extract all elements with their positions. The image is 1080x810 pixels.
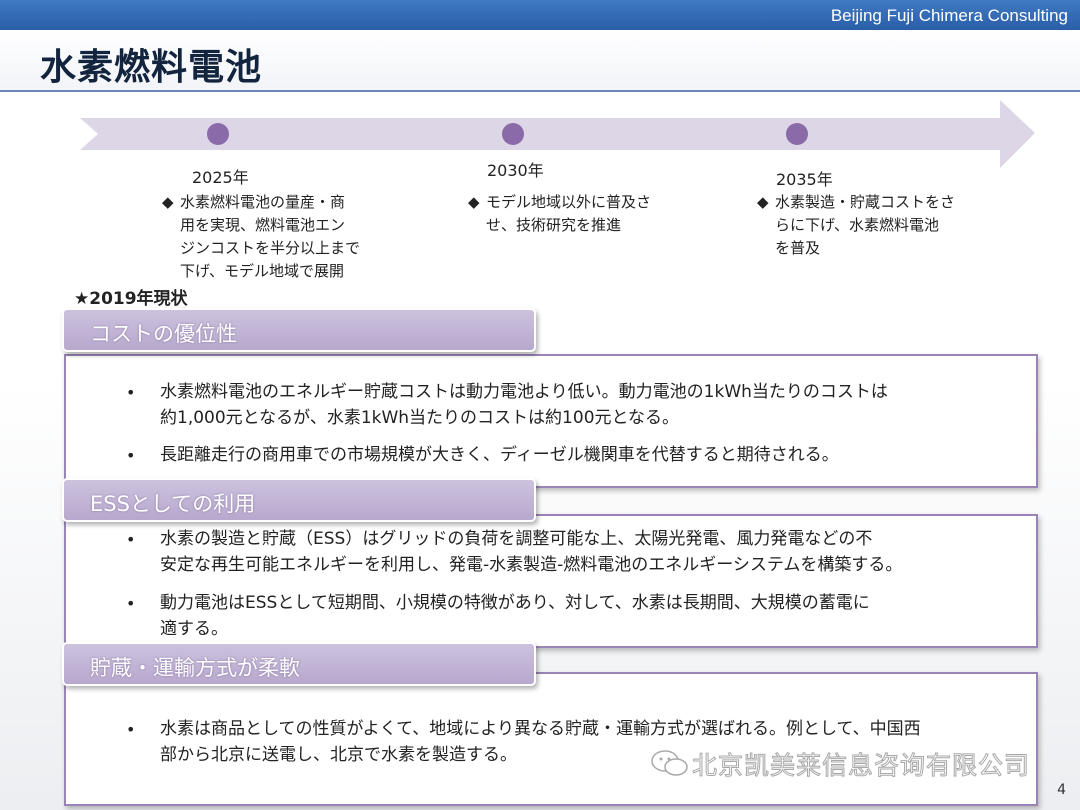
page-number: 4 bbox=[1057, 782, 1066, 798]
bullet-text: 水素の製造と貯蔵（ESS）はグリッドの負荷を調整可能な上、太陽光発電、風力発電な… bbox=[160, 529, 903, 575]
top-bar: Beijing Fuji Chimera Consulting bbox=[0, 0, 1080, 30]
timeline-dot-2035 bbox=[786, 123, 808, 145]
timeline-year: 2025年 bbox=[192, 168, 249, 187]
section-tab-flexible: 貯蔵・運輸方式が柔軟 bbox=[62, 642, 536, 686]
section-tab-label: コストの優位性 bbox=[90, 322, 237, 346]
bullet-icon: • bbox=[126, 446, 136, 465]
section-tab-ess: ESSとしての利用 bbox=[62, 478, 536, 522]
timeline-year: 2030年 bbox=[487, 161, 544, 180]
timeline-dot-2025 bbox=[207, 123, 229, 145]
timeline-year: 2035年 bbox=[776, 170, 833, 189]
diamond-icon: ◆ bbox=[468, 193, 480, 211]
watermark-text: 北京凯美莱信息咨询有限公司 bbox=[691, 751, 1031, 781]
bullet-text: 長距離走行の商用車での市場規模が大きく、ディーゼル機関車を代替すると期待される。 bbox=[160, 445, 839, 465]
bullet-icon: • bbox=[126, 530, 136, 549]
diamond-icon: ◆ bbox=[757, 193, 769, 211]
section-tab-cost: コストの優位性 bbox=[62, 308, 536, 352]
milestone-2030: ◆ モデル地域以外に普及さ せ、技術研究を推進 bbox=[468, 193, 652, 234]
section-tab-label: 貯蔵・運輸方式が柔軟 bbox=[90, 656, 300, 680]
milestone-2035: ◆ 水素製造・貯蔵コストをさ らに下げ、水素燃料電池 を普及 bbox=[757, 193, 956, 257]
bullet-icon: • bbox=[126, 594, 136, 613]
title-area: 水素燃料電池 bbox=[0, 30, 1080, 92]
bullet-text: 動力電池はESSとして短期間、小規模の特徴があり、対して、水素は長期間、大規模の… bbox=[160, 593, 870, 639]
bullet-icon: • bbox=[126, 720, 136, 739]
page-title: 水素燃料電池 bbox=[40, 47, 263, 88]
timeline-dot-2030 bbox=[502, 123, 524, 145]
company-name: Beijing Fuji Chimera Consulting bbox=[830, 6, 1068, 25]
section-tab-label: ESSとしての利用 bbox=[90, 492, 256, 516]
status-heading: ★2019年現状 bbox=[74, 289, 188, 309]
milestone-2025: ◆ 水素燃料電池の量産・商 用を実現、燃料電池エン ジンコストを半分以上まで 下げ… bbox=[162, 193, 361, 280]
bullet-text: 水素燃料電池のエネルギー貯蔵コストは動力電池より低い。動力電池の1kWh当たりの… bbox=[160, 382, 888, 428]
wechat-icon bbox=[651, 750, 688, 776]
bullet-icon: • bbox=[126, 383, 136, 402]
diamond-icon: ◆ bbox=[162, 193, 174, 211]
